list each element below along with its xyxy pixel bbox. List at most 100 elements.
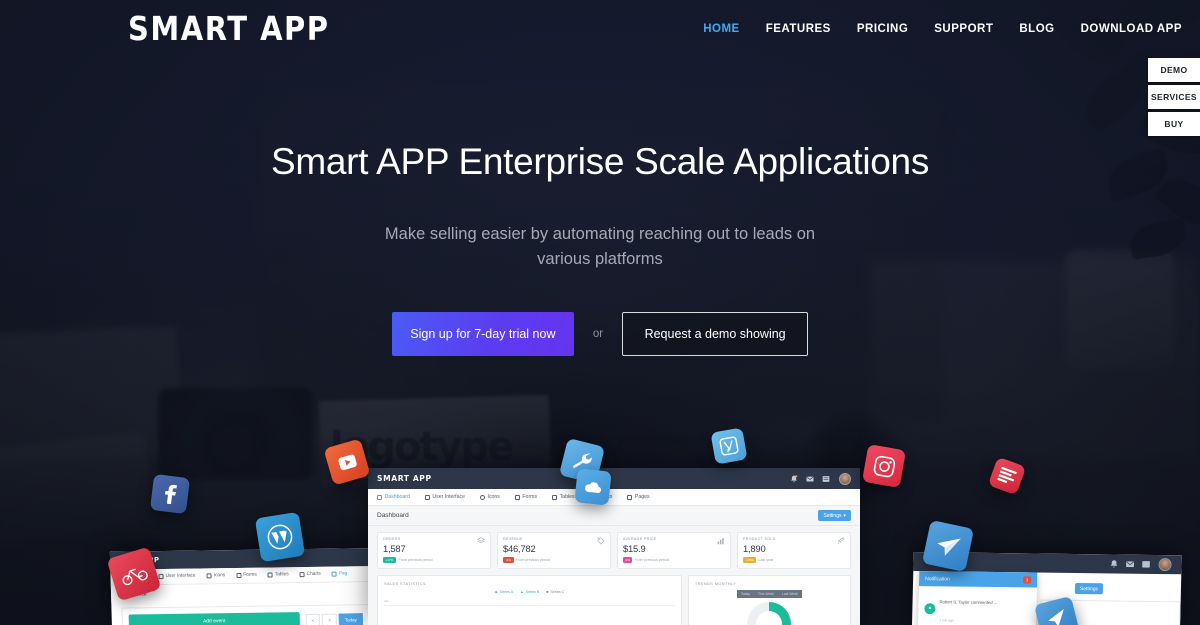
yoast-tile[interactable]: [710, 427, 748, 465]
stat-label: PRODUCT SOLD: [743, 537, 776, 541]
comment-icon: ●: [924, 602, 936, 614]
send-icon: [1048, 609, 1064, 625]
mock-center-nav-dashboard[interactable]: Dashboard: [377, 494, 410, 500]
nav-item-home[interactable]: HOME: [703, 23, 740, 35]
notification-title: Notification: [925, 575, 950, 582]
mock-center-settings-button[interactable]: Settings ▾: [818, 510, 851, 521]
instagram-tile[interactable]: [861, 443, 907, 489]
stat-card-average-price: AVERAGE PRICE $15.9 0% From previous per…: [617, 532, 731, 569]
cloud-tile[interactable]: [574, 468, 612, 506]
mock-center-nav-tables[interactable]: Tables: [552, 494, 575, 500]
stat-footer: +17% From previous period: [383, 557, 485, 563]
stat-note: From previous period: [398, 558, 433, 562]
bars-icon: [717, 538, 724, 545]
calendar-add-event-button[interactable]: Add event: [128, 612, 300, 625]
site-header: SMART APP HOME FEATURES PRICING SUPPORT …: [0, 0, 1200, 58]
mock-left-nav-user-interface[interactable]: User Interface: [158, 574, 196, 580]
trends-panel-title: TRENDS MONTHLY: [694, 581, 737, 586]
nav-item-features[interactable]: FEATURES: [766, 23, 831, 35]
circle-marker-icon: ◉: [494, 590, 498, 594]
stat-badge: +16%: [743, 557, 756, 563]
signup-trial-button[interactable]: Sign up for 7-day trial now: [391, 311, 574, 356]
stat-badge: 0%: [623, 557, 633, 563]
hero-subtitle: Make selling easier by automating reachi…: [384, 225, 816, 269]
form-icon: [514, 494, 520, 500]
yoast-icon: [719, 436, 739, 456]
tag-icon: [597, 537, 605, 545]
bell-icon[interactable]: [790, 474, 798, 483]
legend-series-b[interactable]: ▲ Series B: [520, 590, 539, 594]
facebook-tile[interactable]: [149, 473, 191, 515]
request-demo-button[interactable]: Request a demo showing: [622, 311, 809, 356]
gear-icon: [206, 573, 212, 579]
stat-value: $15.9: [623, 543, 646, 554]
avatar[interactable]: [839, 472, 851, 485]
stat-footer: +16% Last year: [743, 557, 845, 563]
flyout-item-buy[interactable]: BUY: [1148, 112, 1200, 136]
note-icon[interactable]: [822, 475, 830, 483]
legend-series-c[interactable]: ■ Series C: [546, 590, 564, 594]
calendar-next-button[interactable]: >: [321, 613, 337, 625]
mock-center-nav-forms[interactable]: Forms: [514, 494, 537, 500]
layers-icon: [477, 537, 485, 544]
side-flyout-menu: DEMO SERVICES BUY: [1148, 58, 1200, 139]
flyout-item-demo[interactable]: DEMO: [1148, 58, 1200, 82]
chart-icon: [299, 572, 305, 578]
mock-left-nav-pages[interactable]: Pag: [331, 571, 347, 577]
layers-icon: [424, 494, 430, 500]
mock-center-nav: Dashboard User Interface Icons Forms Tab…: [368, 489, 860, 506]
mock-right-settings-button[interactable]: Settings: [1074, 582, 1104, 595]
mock-left-nav-tables[interactable]: Tables: [267, 572, 289, 578]
stat-badge: +17%: [383, 557, 396, 563]
form-icon: [236, 572, 242, 579]
trends-segment-this-week[interactable]: This Week: [753, 590, 778, 598]
note-icon[interactable]: [1141, 560, 1150, 569]
mail-icon[interactable]: [1125, 560, 1135, 569]
mock-center-page-title: Dashboard: [377, 512, 409, 519]
trends-segment-last-week[interactable]: Last Week: [777, 590, 802, 598]
calendar-prev-button[interactable]: <: [305, 613, 321, 625]
nav-item-blog[interactable]: BLOG: [1019, 23, 1054, 35]
nav-item-pricing[interactable]: PRICING: [857, 23, 908, 35]
youtube-icon: [337, 454, 357, 470]
dashboard-mockup-center: SMART APP Dashboard User Interface Icons…: [368, 468, 860, 625]
trends-segment-today[interactable]: Today: [736, 590, 754, 598]
mock-center-nav-icons[interactable]: Icons: [479, 494, 500, 500]
paper-plane-tile[interactable]: [921, 519, 975, 573]
legend-series-a[interactable]: ◉ Series A: [495, 590, 514, 594]
panel-row: SALES STATISTICS ◉ Series A ▲ Series B ■: [368, 569, 860, 625]
mail-icon[interactable]: [806, 475, 814, 483]
stat-note: Last year: [758, 558, 774, 562]
chevron-down-icon: ▾: [843, 512, 846, 519]
notification-text: Robert S. Taylor commented ...: [939, 599, 998, 606]
mock-left-calendar-card: Add event < > Today: [121, 604, 371, 625]
layers-icon: [158, 574, 164, 580]
wordpress-tile[interactable]: [254, 511, 306, 563]
avatar[interactable]: [1158, 558, 1172, 572]
site-logo[interactable]: SMART APP: [128, 10, 330, 48]
bell-icon[interactable]: [1109, 559, 1118, 568]
mock-left-nav-charts[interactable]: Charts: [299, 572, 321, 578]
notification-item[interactable]: ● Robert S. Taylor commented ... 1 min a…: [917, 586, 1037, 625]
mock-center-logo: SMART APP: [377, 474, 432, 483]
nav-item-download-app[interactable]: DOWNLOAD APP: [1081, 23, 1182, 35]
mock-left-nav-forms[interactable]: Forms: [236, 572, 257, 579]
square-marker-icon: ■: [546, 590, 549, 594]
flyout-item-services[interactable]: SERVICES: [1148, 85, 1200, 109]
trends-donut-chart: [747, 602, 792, 625]
stat-footer: 0% From previous period: [623, 557, 725, 563]
nav-item-support[interactable]: SUPPORT: [934, 23, 993, 35]
stat-footer: -9% From previous period: [503, 557, 605, 563]
stat-note: From previous period: [516, 558, 550, 562]
page-icon: [627, 494, 633, 500]
stat-value: 1,587: [383, 543, 406, 554]
stat-card-product-sold: PRODUCT SOLD 1,890 +16% Last year: [737, 532, 851, 569]
sales-axis-label: 400: [384, 599, 389, 603]
mock-left-nav-icons[interactable]: Icons: [206, 573, 225, 579]
mock-center-nav-user-interface[interactable]: User Interface: [424, 494, 465, 500]
hero-section: Smart APP Enterprise Scale Applications …: [0, 140, 1200, 356]
hero-cta-row: Sign up for 7-day trial now or Request a…: [0, 311, 1200, 356]
mock-center-nav-pages[interactable]: Pages: [627, 494, 650, 500]
calendar-today-button[interactable]: Today: [338, 612, 364, 625]
stat-value: $46,782: [503, 543, 536, 554]
